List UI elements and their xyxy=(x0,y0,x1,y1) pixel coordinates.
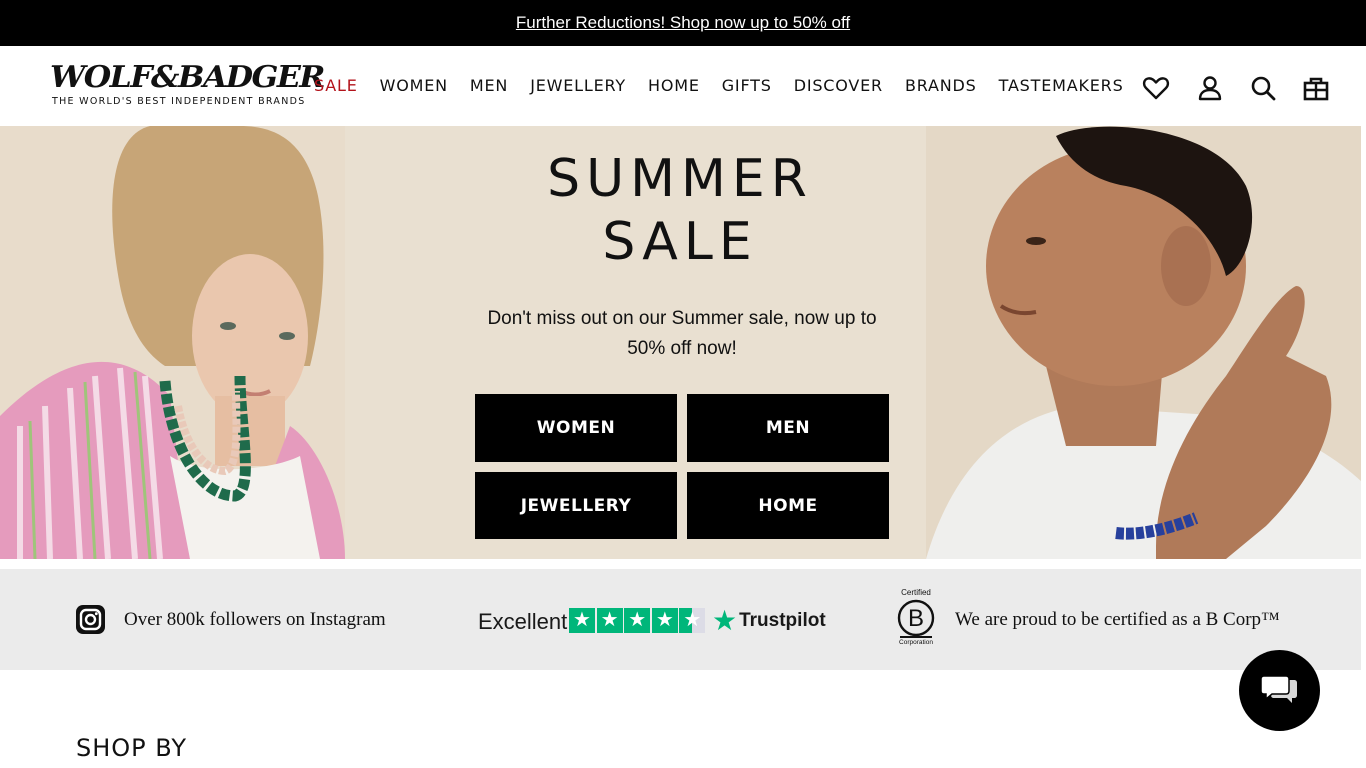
cta-jewellery-button[interactable]: JEWELLERY xyxy=(475,472,677,539)
nav-item-gifts[interactable]: GIFTS xyxy=(722,76,772,96)
shop-by-heading: SHOP BY xyxy=(76,734,188,762)
nav-item-tastemakers[interactable]: TASTEMAKERS xyxy=(999,76,1124,96)
hero-subtitle: Don't miss out on our Summer sale, now u… xyxy=(487,308,877,359)
star-icon: ★ xyxy=(569,608,595,633)
nav-item-men[interactable]: MEN xyxy=(470,76,508,96)
promo-link[interactable]: Further Reductions! Shop now up to 50% o… xyxy=(516,13,850,33)
chat-bubble-icon xyxy=(1260,674,1297,703)
nav-item-jewellery[interactable]: JEWELLERY xyxy=(530,76,626,96)
cta-men-button[interactable]: MEN xyxy=(687,394,889,462)
bcorp-corporation-label: Corporation xyxy=(899,639,933,646)
star-icon: ★ xyxy=(596,608,623,633)
site-header: WOLF&BADGER THE WORLD'S BEST INDEPENDENT… xyxy=(0,46,1366,126)
cta-women-button[interactable]: WOMEN xyxy=(475,394,677,462)
half-star-icon: ★ xyxy=(679,608,706,633)
hero-image-woman xyxy=(0,126,345,559)
star-icon: ★ xyxy=(624,608,651,633)
trustpilot-logo[interactable]: ★ Trustpilot xyxy=(712,607,826,635)
svg-text:B: B xyxy=(908,605,924,632)
logo-tagline: THE WORLD'S BEST INDEPENDENT BRANDS xyxy=(52,96,306,107)
instagram-icon[interactable] xyxy=(76,605,105,634)
promo-bar: Further Reductions! Shop now up to 50% o… xyxy=(0,0,1366,46)
hero-banner: SUMMER SALE Don't miss out on our Summer… xyxy=(0,126,1366,559)
star-icon: ★ xyxy=(651,608,678,633)
nav-item-sale[interactable]: SALE xyxy=(314,76,358,96)
logo-wordmark: WOLF&BADGER xyxy=(50,60,325,95)
trustpilot-wordmark: Trustpilot xyxy=(739,610,826,631)
hero-title: SUMMER SALE xyxy=(480,148,880,274)
search-icon[interactable] xyxy=(1249,74,1277,102)
hero-image-man xyxy=(926,126,1366,559)
trustpilot-rating-word: Excellent xyxy=(478,609,568,634)
main-nav: SALE WOMEN MEN JEWELLERY HOME GIFTS DISC… xyxy=(303,76,1135,96)
logo[interactable]: WOLF&BADGER THE WORLD'S BEST INDEPENDENT… xyxy=(50,63,325,108)
heart-icon[interactable] xyxy=(1142,74,1170,102)
nav-item-home[interactable]: HOME xyxy=(648,76,700,96)
cta-home-button[interactable]: HOME xyxy=(687,472,889,539)
nav-item-brands[interactable]: BRANDS xyxy=(905,76,977,96)
trustpilot-stars: ★ ★ ★ ★ ★ xyxy=(569,608,707,633)
nav-item-discover[interactable]: DISCOVER xyxy=(794,76,883,96)
bcorp-certified-label: Certified xyxy=(901,588,931,597)
hero-title-line2: SALE xyxy=(602,212,758,272)
scrollbar-track[interactable] xyxy=(1361,46,1366,768)
hero-title-line1: SUMMER xyxy=(547,149,813,209)
instagram-followers-text[interactable]: Over 800k followers on Instagram xyxy=(124,609,386,631)
bcorp-text[interactable]: We are proud to be certified as a B Corp… xyxy=(955,609,1280,631)
trust-bar: Over 800k followers on Instagram Excelle… xyxy=(0,569,1366,670)
chat-button[interactable] xyxy=(1239,650,1320,731)
nav-item-women[interactable]: WOMEN xyxy=(380,76,448,96)
account-icon[interactable] xyxy=(1196,74,1224,102)
bag-icon[interactable] xyxy=(1302,74,1330,102)
bcorp-logo: Certified B Corporation xyxy=(894,588,938,652)
trustpilot-star-icon: ★ xyxy=(712,605,738,636)
bcorp-icon: B xyxy=(897,599,935,638)
